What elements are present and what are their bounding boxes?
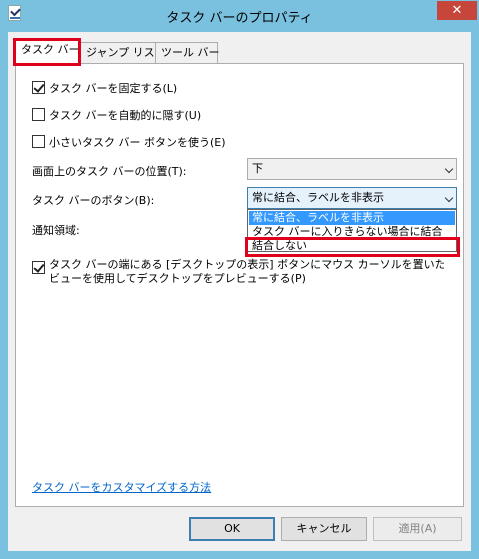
buttons-combine-label: タスク バーのボタン(B): <box>32 194 155 207</box>
peek-label-line2: ビューを使用してデスクトップをプレビューする(P) <box>49 272 306 285</box>
lock-taskbar-checkbox[interactable] <box>32 81 45 94</box>
notification-area-label: 通知領域: <box>32 224 80 237</box>
dropdown-option-always-combine[interactable]: 常に結合、ラベルを非表示 <box>249 211 455 225</box>
autohide-label: タスク バーを自動的に隠す(U) <box>49 109 202 122</box>
apply-button[interactable]: 適用(A) <box>373 517 462 541</box>
option-highlight <box>245 237 460 257</box>
peek-checkbox[interactable] <box>32 261 45 274</box>
position-label: 画面上のタスク バーの位置(T): <box>32 165 187 178</box>
title-bar[interactable]: タスク バーのプロパティ ✕ <box>0 0 479 32</box>
tab-toolbars[interactable]: ツール バー <box>155 42 220 64</box>
buttons-combine-select[interactable]: 常に結合、ラベルを非表示 <box>247 187 457 209</box>
lock-taskbar-label: タスク バーを固定する(L) <box>49 82 178 95</box>
cancel-button[interactable]: キャンセル <box>281 517 367 541</box>
help-link[interactable]: タスク バーをカスタマイズする方法 <box>32 479 211 495</box>
tab-highlight <box>13 38 81 66</box>
position-select[interactable]: 下 <box>247 158 457 180</box>
position-value: 下 <box>252 162 263 175</box>
ok-button[interactable]: OK <box>189 517 275 541</box>
window-title: タスク バーのプロパティ <box>166 11 313 26</box>
chevron-down-icon <box>444 193 454 203</box>
small-buttons-label: 小さいタスク バー ボタンを使う(E) <box>49 136 226 149</box>
close-button[interactable]: ✕ <box>437 1 477 20</box>
chevron-down-icon <box>444 164 454 174</box>
buttons-combine-value: 常に結合、ラベルを非表示 <box>252 191 384 204</box>
taskbar-properties-window: タスク バーのプロパティ ✕ タスク バー ジャンプ リスト ツール バー タス… <box>0 0 479 559</box>
autohide-checkbox[interactable] <box>32 108 45 121</box>
tab-jump-list[interactable]: ジャンプ リスト <box>80 42 166 64</box>
small-buttons-checkbox[interactable] <box>32 135 45 148</box>
